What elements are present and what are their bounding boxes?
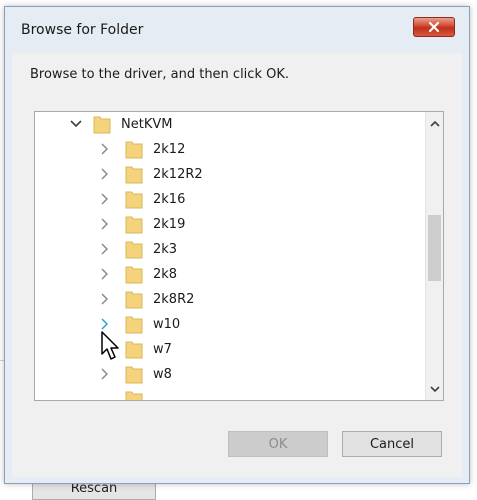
tree-item-2k16[interactable]: 2k16 [97,188,185,210]
title-bar[interactable]: Browse for Folder [5,7,469,53]
dialog-body: Browse to the driver, and then click OK.… [12,53,462,477]
chevron-right-icon[interactable] [97,217,111,231]
folder-icon [125,266,143,284]
tree-item-2k19[interactable]: 2k19 [97,213,185,235]
tree-item-2k12[interactable]: 2k12 [97,138,185,160]
ok-button[interactable]: OK [228,431,328,457]
tree-item-netkvm[interactable]: NetKVM [69,113,172,135]
scroll-down-button[interactable] [426,380,443,398]
folder-icon [125,166,143,184]
chevron-right-icon[interactable] [97,192,111,206]
folder-icon [125,241,143,259]
close-icon [428,21,440,33]
chevron-up-icon [430,120,440,127]
tree-item-label: 2k8 [153,266,178,282]
chevron-right-icon[interactable] [97,267,111,281]
tree-item-label: w7 [153,341,172,357]
tree-item-label: NetKVM [121,116,173,132]
tree-item-label: 2k19 [153,216,186,232]
tree-item-label: 2k12 [153,141,186,157]
tree-item-label: w10 [153,316,181,332]
folder-icon [125,291,143,309]
folder-icon [125,216,143,234]
folder-icon [125,341,143,359]
folder-icon [93,116,111,134]
tree-item-partial[interactable] [97,388,143,400]
scroll-up-button[interactable] [426,114,443,132]
tree-item-label: 2k16 [153,191,186,207]
scrollbar-thumb[interactable] [428,215,441,281]
dialog-title: Browse for Folder [21,22,144,38]
tree-item-label: 2k3 [153,241,178,257]
chevron-right-icon[interactable] [97,242,111,256]
folder-icon [125,366,143,384]
tree-item-label: w8 [153,366,172,382]
chevron-right-icon[interactable] [97,317,111,331]
folder-icon [125,191,143,209]
close-button[interactable] [413,17,455,37]
tree-item-w8[interactable]: w8 [97,363,172,385]
chevron-down-icon [430,385,440,392]
folder-icon [125,141,143,159]
tree-item-label: 2k12R2 [153,166,203,182]
tree-scrollbar[interactable] [425,112,443,400]
folder-icon [125,391,143,400]
tree-item-2k8r2[interactable]: 2k8R2 [97,288,194,310]
mouse-pointer-icon [101,331,119,360]
instruction-text: Browse to the driver, and then click OK. [30,67,289,82]
chevron-right-icon[interactable] [97,367,111,381]
tree-item-label: 2k8R2 [153,291,195,307]
folder-tree[interactable]: NetKVM 2k12 2k12R2 2k16 2k19 2k3 2k8 2k8… [34,111,444,401]
chevron-right-icon[interactable] [97,167,111,181]
cancel-button[interactable]: Cancel [342,431,442,457]
tree-item-2k8[interactable]: 2k8 [97,263,177,285]
tree-item-2k12r2[interactable]: 2k12R2 [97,163,203,185]
chevron-right-icon[interactable] [97,292,111,306]
folder-icon [125,316,143,334]
browse-for-folder-dialog: Browse for Folder Browse to the driver, … [4,6,470,484]
chevron-right-icon[interactable] [97,142,111,156]
tree-item-2k3[interactable]: 2k3 [97,238,177,260]
chevron-down-icon[interactable] [69,117,83,131]
